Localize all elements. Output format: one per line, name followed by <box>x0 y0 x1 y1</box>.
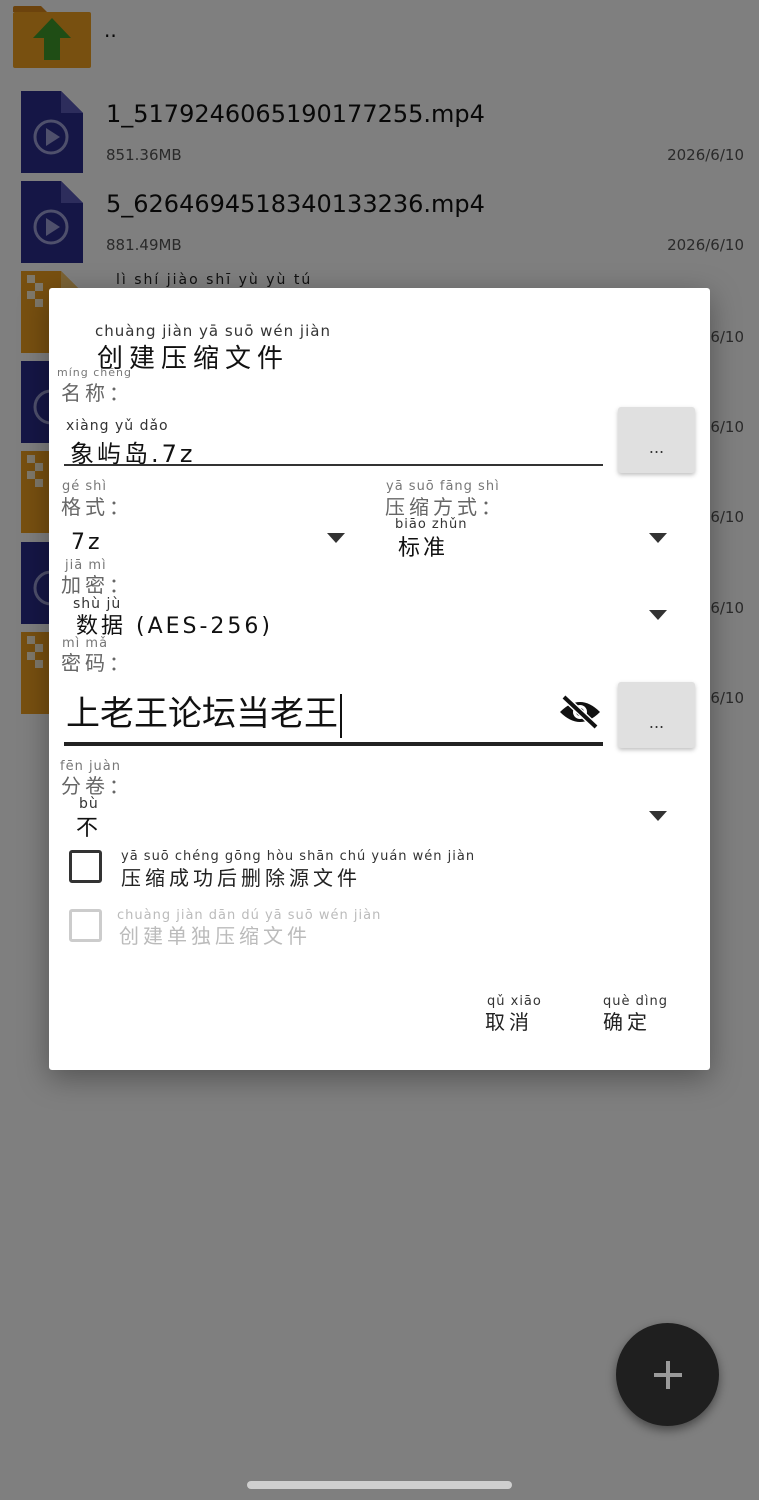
encryption-select[interactable]: shù jù 数据 (AES-256) <box>61 594 677 639</box>
plus-icon <box>653 1360 682 1389</box>
password-value: 上老王论坛当老王 <box>66 686 342 738</box>
archive-name-value: 象屿岛.7z <box>70 440 196 468</box>
password-label: 密码： <box>61 651 133 675</box>
password-field[interactable]: 上老王论坛当老王 <box>64 682 603 746</box>
chevron-down-icon <box>649 533 667 543</box>
compression-method-select[interactable]: biāo zhǔn 标准 <box>385 514 677 561</box>
home-indicator[interactable] <box>247 1481 512 1489</box>
delete-source-label[interactable]: 压缩成功后删除源文件 <box>121 862 361 891</box>
method-value: 标准 <box>398 536 449 561</box>
chevron-down-icon <box>649 610 667 620</box>
cancel-label: 取消 <box>485 1010 533 1034</box>
format-value: 7z <box>71 530 103 555</box>
format-select[interactable]: 7z <box>61 518 353 558</box>
add-fab-button[interactable] <box>616 1323 719 1426</box>
split-volume-select[interactable]: bù 不 <box>61 796 677 841</box>
format-label: 格式： <box>61 495 133 519</box>
chevron-down-icon <box>649 811 667 821</box>
ok-label: 确定 <box>603 1010 651 1034</box>
create-archive-dialog: chuàng jiàn yā suō wén jiàn 创建压缩文件 míng … <box>49 288 710 1070</box>
name-value-pinyin: xiàng yǔ dǎo <box>66 418 169 434</box>
eye-off-icon[interactable] <box>558 694 602 730</box>
split-label: 分卷： <box>61 774 133 798</box>
browse-path-button[interactable]: ... <box>618 407 695 473</box>
separate-archives-checkbox[interactable] <box>69 909 102 942</box>
archive-name-field[interactable]: xiàng yǔ dǎo 象屿岛.7z <box>64 406 603 468</box>
name-label: 名称： <box>61 381 133 405</box>
chevron-down-icon <box>327 533 345 543</box>
text-cursor <box>340 693 342 738</box>
split-value: 不 <box>76 816 102 841</box>
delete-source-checkbox[interactable] <box>69 850 102 883</box>
separate-archives-label[interactable]: 创建单独压缩文件 <box>119 920 311 949</box>
password-options-button[interactable]: ... <box>618 682 695 748</box>
